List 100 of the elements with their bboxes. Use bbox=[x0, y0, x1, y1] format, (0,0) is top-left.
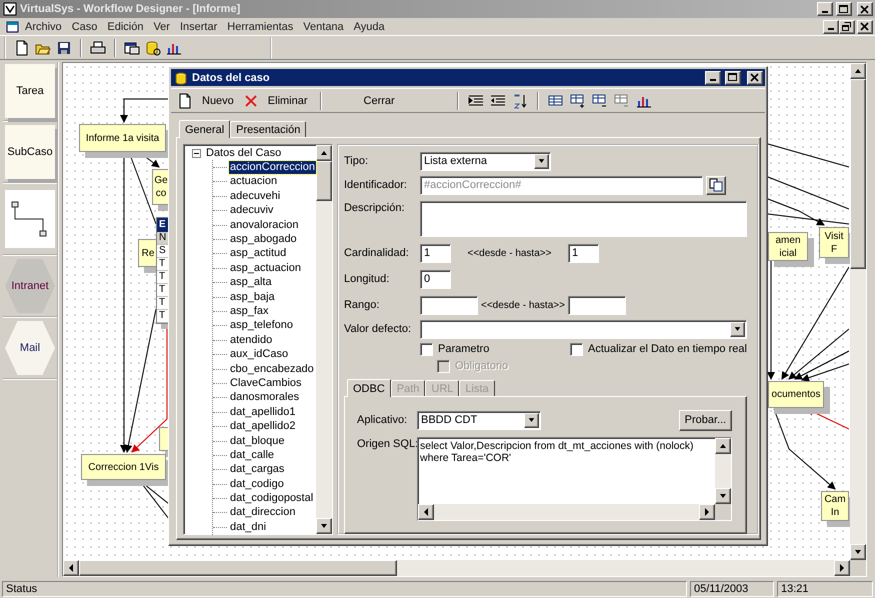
save-icon[interactable] bbox=[56, 40, 72, 56]
menu-item[interactable]: Ayuda bbox=[348, 20, 390, 32]
menu-item[interactable]: Caso bbox=[66, 20, 102, 32]
scrollbar-thumb[interactable] bbox=[79, 560, 397, 576]
range-to-field[interactable] bbox=[568, 296, 626, 314]
tree-item[interactable]: accionCorreccion bbox=[229, 161, 316, 174]
tree-item[interactable]: asp_actitud bbox=[229, 247, 288, 260]
minimize-icon bbox=[710, 79, 716, 81]
tree-item[interactable]: asp_baja bbox=[229, 290, 276, 304]
indent-icon[interactable] bbox=[468, 92, 484, 108]
restore-button[interactable] bbox=[839, 20, 855, 34]
new-document-icon[interactable] bbox=[177, 92, 193, 108]
table-icon[interactable] bbox=[548, 92, 564, 108]
tree-item[interactable]: asp_telefono bbox=[229, 319, 294, 332]
database-icon[interactable] bbox=[145, 40, 161, 56]
vertical-scrollbar[interactable] bbox=[850, 63, 866, 560]
tree-item[interactable]: adecuviv bbox=[229, 204, 274, 218]
cardinality-from-field[interactable]: 1 bbox=[420, 244, 451, 262]
task-tool[interactable]: SubCaso bbox=[5, 125, 55, 179]
application-dropdown[interactable]: BBDD CDT bbox=[416, 410, 541, 430]
scrollbar-thumb[interactable] bbox=[316, 161, 332, 201]
range-from-field[interactable] bbox=[420, 296, 478, 314]
tree-item[interactable]: dat_dni bbox=[229, 520, 268, 534]
tab[interactable]: General bbox=[179, 120, 230, 138]
tree-item[interactable]: asp_alta bbox=[229, 276, 273, 290]
close-button[interactable] bbox=[857, 2, 873, 16]
tree-item[interactable]: dat_bloque bbox=[229, 434, 286, 448]
checkbox-label: Obligatorio bbox=[454, 360, 508, 372]
table-remove-icon[interactable] bbox=[592, 92, 608, 108]
checkbox[interactable] bbox=[420, 342, 433, 356]
tree-item[interactable]: actuacion bbox=[229, 175, 278, 188]
tab[interactable]: ODBC bbox=[346, 379, 391, 397]
new-button[interactable]: Nuevo bbox=[199, 94, 237, 106]
sql-field[interactable]: select Valor,Descripcion from dt_mt_acciones with (nolock) where Tarea='COR' bbox=[416, 437, 732, 521]
close-icon bbox=[860, 22, 870, 31]
printer-icon[interactable] bbox=[90, 40, 106, 56]
field-label: Longitud: bbox=[344, 273, 390, 285]
tree-item[interactable]: dat_direccion bbox=[229, 506, 296, 520]
tree-item[interactable]: asp_actuacion bbox=[229, 262, 302, 275]
maximize-button[interactable] bbox=[725, 70, 741, 84]
field-label: Identificador: bbox=[344, 179, 408, 191]
hexagon-tool[interactable]: Intranet bbox=[5, 259, 55, 313]
tree-item[interactable]: aux_idCaso bbox=[229, 348, 290, 362]
tree-item[interactable]: dat_apellido2 bbox=[229, 420, 296, 434]
type-dropdown[interactable]: Lista externa bbox=[420, 152, 551, 170]
menu-item[interactable]: Archivo bbox=[20, 20, 67, 32]
menu-item[interactable]: Ver bbox=[148, 20, 175, 32]
description-field[interactable] bbox=[420, 201, 747, 237]
tree-item[interactable]: cbo_encabezado bbox=[229, 362, 315, 376]
outdent-icon[interactable] bbox=[490, 92, 506, 108]
tree-item[interactable]: danosmorales bbox=[229, 391, 300, 404]
field-label: Tipo: bbox=[344, 155, 370, 167]
tree-item[interactable]: anovaloracion bbox=[229, 218, 300, 232]
hexagon-tool[interactable]: Mail bbox=[5, 321, 55, 375]
tab[interactable]: Presentación bbox=[230, 121, 306, 137]
tree-item[interactable]: dat_cargas bbox=[229, 463, 286, 476]
table-add-icon[interactable] bbox=[570, 92, 586, 108]
tree-item[interactable]: asp_abogado bbox=[229, 233, 298, 246]
tree-item[interactable]: dat_calle bbox=[229, 448, 276, 462]
tree-item[interactable]: dat_codigopostal bbox=[229, 492, 314, 506]
field-label: Aplicativo: bbox=[356, 414, 408, 426]
length-field[interactable]: 0 bbox=[420, 270, 451, 288]
tree-item[interactable]: ClaveCambios bbox=[229, 376, 303, 390]
horizontal-scrollbar[interactable] bbox=[63, 560, 850, 576]
scrollbar-thumb[interactable] bbox=[850, 79, 866, 269]
minimize-button[interactable] bbox=[817, 2, 833, 16]
minimize-button[interactable] bbox=[823, 20, 839, 34]
tree-item[interactable]: Datos del Caso bbox=[205, 146, 282, 160]
cardinality-to-field[interactable]: 1 bbox=[568, 244, 599, 262]
tree-scrollbar[interactable] bbox=[316, 145, 332, 534]
window-title: VirtualSys - Workflow Designer - [Informe] bbox=[20, 3, 242, 15]
minimize-icon bbox=[822, 10, 828, 12]
delete-button[interactable]: Eliminar bbox=[264, 94, 311, 106]
tree-item[interactable]: asp_fax bbox=[229, 304, 270, 318]
close-button[interactable] bbox=[857, 20, 873, 34]
sort-icon[interactable] bbox=[512, 92, 528, 108]
window-list-icon[interactable] bbox=[124, 40, 140, 56]
app-icon bbox=[3, 2, 17, 16]
checkbox[interactable] bbox=[570, 342, 583, 356]
maximize-button[interactable] bbox=[836, 2, 852, 16]
tree-item[interactable]: atendido bbox=[229, 334, 274, 347]
menu-item[interactable]: Herramientas bbox=[222, 20, 298, 32]
menu-item[interactable]: Insertar bbox=[174, 20, 222, 32]
new-document-icon[interactable] bbox=[14, 40, 30, 56]
delete-icon[interactable] bbox=[242, 92, 259, 108]
restore-icon bbox=[842, 22, 852, 31]
test-button[interactable]: Probar... bbox=[678, 410, 732, 430]
copy-button[interactable] bbox=[706, 176, 726, 194]
tree-item[interactable]: adecuvehi bbox=[229, 190, 282, 203]
menu-item[interactable]: Edición bbox=[102, 20, 148, 32]
tree-item[interactable]: dat_apellido1 bbox=[229, 406, 296, 419]
field-label: Valor defecto: bbox=[344, 323, 412, 335]
minimize-button[interactable] bbox=[705, 70, 721, 84]
collapse-icon[interactable] bbox=[192, 148, 201, 158]
tree-item[interactable]: dat_codigo bbox=[229, 478, 285, 491]
close-dialog-button[interactable]: Cerrar bbox=[360, 94, 398, 106]
default-value-dropdown[interactable] bbox=[420, 320, 747, 338]
menu-item[interactable]: Ventana bbox=[298, 20, 349, 32]
close-button[interactable] bbox=[747, 70, 763, 84]
task-tool[interactable]: Tarea bbox=[5, 64, 55, 118]
